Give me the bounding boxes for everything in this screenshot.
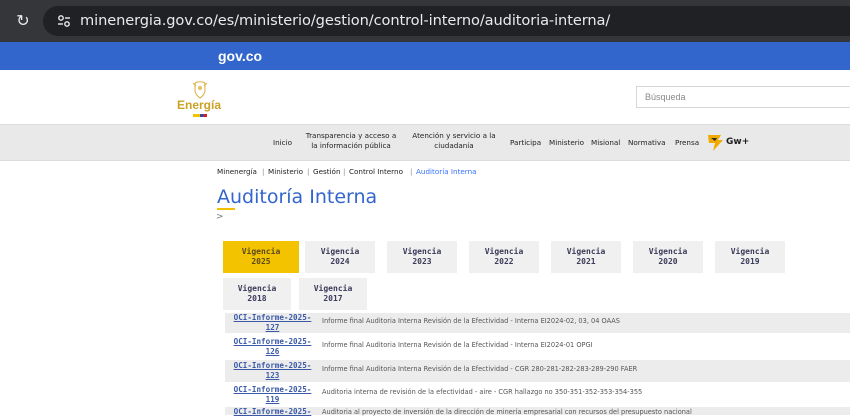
tab-vigencia-2018[interactable]: Vigencia 2018 (223, 278, 291, 310)
nav-item-misional[interactable]: Misional (591, 138, 620, 148)
breadcrumb-separator: | (343, 167, 346, 176)
tab-vigencia-2023[interactable]: Vigencia 2023 (387, 241, 457, 273)
tab-vigencia-2025[interactable]: Vigencia 2025 (223, 241, 299, 273)
report-link[interactable]: OCI-Informe-2025- 126 (230, 337, 315, 357)
url-text[interactable]: minenergia.gov.co/es/ministerio/gestion/… (80, 10, 610, 32)
report-description: Informe final Auditoria Interna Revisión… (322, 317, 620, 325)
flag-stripes-icon (193, 114, 207, 117)
breadcrumb-control-interno[interactable]: Control Interno (349, 167, 403, 177)
breadcrumb-gestion[interactable]: Gestión (313, 167, 341, 177)
tab-vigencia-2022[interactable]: Vigencia 2022 (469, 241, 539, 273)
chevron-right-icon[interactable]: > (216, 212, 224, 222)
site-settings-icon[interactable] (57, 14, 71, 28)
nav-item-inicio[interactable]: Inicio (273, 138, 292, 148)
reload-icon[interactable]: ↻ (13, 11, 33, 31)
report-link[interactable]: OCI-Informe-2025- (230, 407, 315, 417)
nav-item-prensa[interactable]: Prensa (675, 138, 699, 148)
nav-item-atencion[interactable]: Atención y servicio a la ciudadanía (406, 131, 502, 151)
gw-badge-text[interactable]: Gw+ (726, 137, 749, 148)
coat-of-arms-icon (192, 81, 208, 99)
tab-vigencia-2021[interactable]: Vigencia 2021 (551, 241, 621, 273)
nav-item-participa[interactable]: Participa (510, 138, 541, 148)
nav-item-ministerio[interactable]: Ministerio (549, 138, 584, 148)
report-link[interactable]: OCI-Informe-2025- 119 (230, 385, 315, 405)
tab-vigencia-2024[interactable]: Vigencia 2024 (305, 241, 375, 273)
breadcrumb-auditoria-interna: Auditoría Interna (416, 167, 477, 176)
gov-co-logo[interactable]: gov.co (218, 47, 262, 65)
report-description: Informe final Auditoria Interna Revisión… (322, 341, 593, 349)
breadcrumb-separator: | (307, 167, 310, 176)
title-underline (217, 208, 235, 210)
nav-item-normativa[interactable]: Normativa (628, 138, 665, 148)
report-description: Auditoria al proyecto de inversión de la… (322, 408, 692, 416)
report-link[interactable]: OCI-Informe-2025- 123 (230, 361, 315, 381)
search-placeholder: Búsqueda (645, 92, 686, 102)
tab-vigencia-2020[interactable]: Vigencia 2020 (633, 241, 703, 273)
report-link[interactable]: OCI-Informe-2025- 127 (230, 313, 315, 333)
report-description: Auditoria interna de revisión de la efec… (322, 388, 643, 396)
breadcrumb-minenergia[interactable]: Minenergía (217, 167, 257, 177)
gw-logo-icon[interactable] (705, 131, 727, 153)
page-title: Auditoría Interna (217, 186, 378, 208)
breadcrumb-separator: | (410, 167, 413, 176)
tab-vigencia-2017[interactable]: Vigencia 2017 (299, 278, 367, 310)
tab-vigencia-2019[interactable]: Vigencia 2019 (715, 241, 785, 273)
ministry-logo-text[interactable]: Energía (177, 98, 221, 112)
breadcrumb-ministerio[interactable]: Ministerio (268, 167, 303, 177)
report-description: Informe final Auditoria Interna Revisión… (322, 365, 638, 373)
gov-co-bar (0, 42, 850, 70)
breadcrumb-separator: | (262, 167, 265, 176)
nav-item-transparencia[interactable]: Transparencia y acceso a la información … (300, 131, 402, 151)
